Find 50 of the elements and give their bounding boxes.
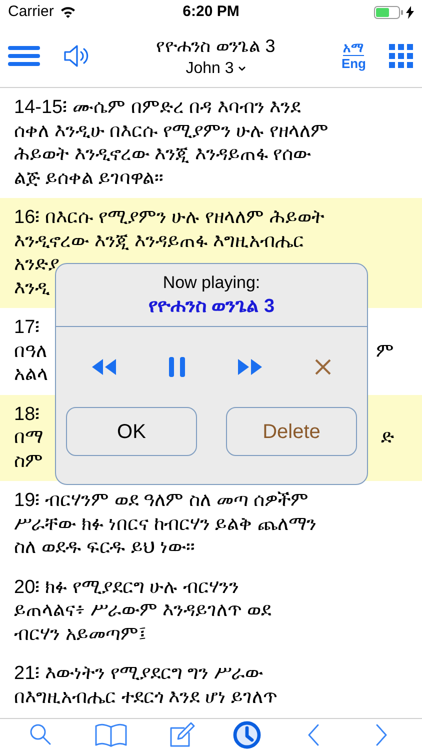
verse-text: በዓለ <box>14 340 47 363</box>
verse-number: 19፧ <box>14 489 40 512</box>
verse-number: 18፧ <box>14 404 40 424</box>
verse-text: ስም <box>14 450 43 473</box>
now-playing-label: Now playing: <box>162 272 260 294</box>
charging-icon <box>406 6 414 18</box>
ok-button[interactable]: OK <box>66 407 197 456</box>
verse-text: ስለ ወደዱ ፍርዱ ይህ ነው። <box>14 536 196 560</box>
verse-text: በእርሱ የሚያምን ሁሉ የዘላለም ሕይወት <box>45 206 324 230</box>
verse-text: ሕይወት እንዲኖረው እንጂ እንዳይጠፋ የሰው <box>14 143 312 166</box>
chevron-down-icon <box>238 66 246 72</box>
language-toggle[interactable]: አማ Eng <box>341 40 366 71</box>
clock-icon[interactable] <box>232 720 262 750</box>
grid-icon[interactable] <box>388 42 414 68</box>
verse-text: ልጅ ይሰቀል ይገባዋል። <box>14 166 164 190</box>
verse-number: 21፧ <box>14 662 40 686</box>
verse-text: አልላ <box>14 363 48 386</box>
verse-text: ሙሴም በምድረ በዳ እባብን እንደ <box>72 96 301 120</box>
battery-icon <box>374 6 404 18</box>
rewind-icon[interactable] <box>91 358 118 376</box>
delete-button[interactable]: Delete <box>226 407 357 456</box>
pause-icon[interactable] <box>168 356 186 378</box>
verse-text: ክፉ የሚያደርግ ሁሉ ብርሃንን <box>45 576 239 599</box>
verse-number: 17፧ <box>14 317 40 338</box>
close-icon[interactable] <box>314 358 332 376</box>
english-label: Eng <box>341 56 366 71</box>
verse-text: ም <box>376 340 394 363</box>
verse-text: ይጠላልና፥ ሥራውም እንዳይገለጥ ወደ <box>14 599 271 622</box>
verse-number: 16፧ <box>14 206 40 230</box>
verse-text: ድ <box>381 426 394 450</box>
amharic-label: አማ <box>343 40 364 56</box>
chapter-selector[interactable]: John 3 <box>186 60 246 78</box>
chapter-title: የዮሐንስ ወንጌል 3 <box>156 35 276 58</box>
carrier-label: Carrier <box>8 2 54 22</box>
menu-button[interactable] <box>8 44 40 68</box>
verse-text: በማ <box>14 426 43 450</box>
verse-text: ብርሃንም ወደ ዓለም ስለ መጣ ሰዎችም <box>45 489 309 512</box>
verse-number: 14-15፧ <box>14 96 67 120</box>
status-time: 6:20 PM <box>182 2 240 22</box>
verse-text: ብርሃን አይመጣም፤ <box>14 622 146 646</box>
verse-text: እውነትን የሚያደርግ ግን ሥራው <box>45 662 263 686</box>
fast-forward-icon[interactable] <box>236 358 263 376</box>
verse-text: እንዲኖረው እንጂ እንዳይጠፋ እግዚአብሔር <box>14 230 304 253</box>
verse-text: እንዲ <box>14 276 50 300</box>
verse-text: ሥራቸው ክፉ ነበርና ከብርሃን ይልቅ ጨለማን <box>14 512 316 536</box>
verse-number: 20፧ <box>14 576 40 599</box>
wifi-icon <box>60 6 76 18</box>
verse-text: በእግዚአብሔር ተደርጎ እንደ ሆነ ይገለጥ <box>14 686 278 709</box>
verse-text: አንድያ <box>14 253 59 276</box>
verse-text: ሰቀለ እንዲሁ በእርሱ የሚያምን ሁሉ የዘላለም <box>14 120 328 143</box>
